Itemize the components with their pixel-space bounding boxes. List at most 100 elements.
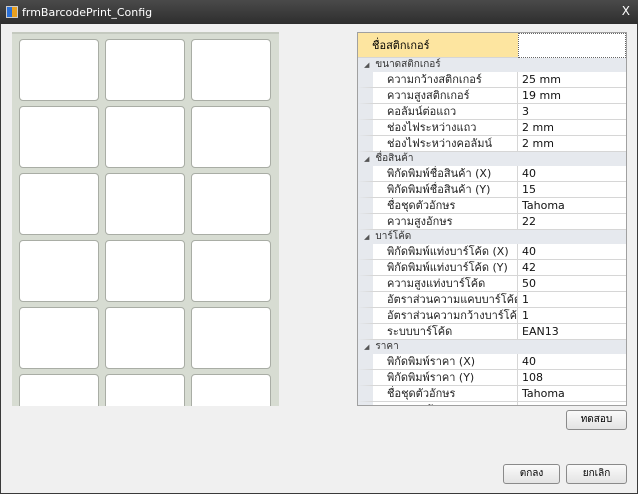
sticker-card — [19, 240, 99, 302]
property-label: ชื่อชุดตัวอักษร — [358, 198, 517, 214]
property-label: พิกัดพิมพ์ราคา (X) — [358, 354, 517, 370]
property-label: ช่องไฟระหว่างคอลัมน์ — [358, 136, 517, 152]
sticker-name-label: ชื่อสติกเกอร์ — [358, 33, 518, 58]
property-value[interactable]: 42 — [517, 260, 626, 276]
close-button[interactable]: X — [622, 4, 630, 18]
category-header[interactable]: ◢ ชื่อสินค้า — [358, 152, 626, 166]
property-value[interactable]: 2 mm — [517, 136, 626, 152]
sticker-card — [19, 307, 99, 369]
property-value[interactable]: 40 — [517, 244, 626, 260]
property-row[interactable]: ชื่อชุดตัวอักษรTahoma — [358, 198, 626, 214]
sticker-name-row[interactable]: ชื่อสติกเกอร์ — [358, 33, 626, 58]
property-row[interactable]: พิกัดพิมพ์ราคา (Y)108 — [358, 370, 626, 386]
property-value[interactable]: Tahoma — [517, 386, 626, 402]
sticker-card — [191, 106, 271, 168]
sticker-card — [105, 106, 185, 168]
sticker-card — [105, 240, 185, 302]
label-preview-panel[interactable] — [12, 32, 279, 406]
property-label: ช่องไฟระหว่างแถว — [358, 120, 517, 136]
property-row[interactable]: ความสูงอักษร22 — [358, 214, 626, 230]
property-row[interactable]: อัตราส่วนความกว้างบาร์โค้ด1 — [358, 308, 626, 324]
property-row[interactable]: ระบบบาร์โค้ดEAN13 — [358, 324, 626, 340]
collapse-triangle-icon[interactable]: ◢ — [364, 343, 369, 351]
property-row[interactable]: ความสูงอักษร28 — [358, 402, 626, 406]
category-label: ขนาดสติกเกอร์ — [375, 59, 440, 70]
sticker-card — [105, 173, 185, 235]
test-button[interactable]: ทดสอบ — [566, 410, 627, 430]
sticker-card — [105, 307, 185, 369]
property-value[interactable]: 40 — [517, 354, 626, 370]
property-label: ความสูงอักษร — [358, 214, 517, 230]
property-label: ความสูงอักษร — [358, 402, 517, 406]
form-client: ชื่อสติกเกอร์ ◢ ขนาดสติกเกอร์ความกว้างสติ… — [1, 24, 637, 493]
property-row[interactable]: พิกัดพิมพ์ชื่อสินค้า (X)40 — [358, 166, 626, 182]
property-value[interactable]: 28 — [517, 402, 626, 406]
property-row[interactable]: พิกัดพิมพ์แท่งบาร์โค้ด (X)40 — [358, 244, 626, 260]
property-row[interactable]: ชื่อชุดตัวอักษรTahoma — [358, 386, 626, 402]
sticker-card — [19, 374, 99, 406]
property-row[interactable]: คอลัมน์ต่อแถว3 — [358, 104, 626, 120]
property-grid[interactable]: ชื่อสติกเกอร์ ◢ ขนาดสติกเกอร์ความกว้างสติ… — [357, 32, 627, 406]
property-label: อัตราส่วนความกว้างบาร์โค้ด — [358, 308, 517, 324]
property-value[interactable]: 50 — [517, 276, 626, 292]
property-label: ความกว้างสติกเกอร์ — [358, 72, 517, 88]
property-row[interactable]: ความสูงสติกเกอร์19 mm — [358, 88, 626, 104]
property-row[interactable]: ช่องไฟระหว่างคอลัมน์2 mm — [358, 136, 626, 152]
property-label: คอลัมน์ต่อแถว — [358, 104, 517, 120]
cancel-button[interactable]: ยกเลิก — [566, 464, 627, 484]
property-row[interactable]: ความกว้างสติกเกอร์25 mm — [358, 72, 626, 88]
sticker-card — [191, 307, 271, 369]
property-value[interactable]: 1 — [517, 308, 626, 324]
property-label: ความสูงแท่งบาร์โค้ด — [358, 276, 517, 292]
property-label: พิกัดพิมพ์ชื่อสินค้า (X) — [358, 166, 517, 182]
sticker-card — [105, 374, 185, 406]
property-row[interactable]: ช่องไฟระหว่างแถว2 mm — [358, 120, 626, 136]
sticker-card — [19, 39, 99, 101]
sticker-card — [191, 173, 271, 235]
property-label: ชื่อชุดตัวอักษร — [358, 386, 517, 402]
property-row[interactable]: พิกัดพิมพ์แท่งบาร์โค้ด (Y)42 — [358, 260, 626, 276]
property-value[interactable]: 15 — [517, 182, 626, 198]
sticker-card — [191, 374, 271, 406]
sticker-card — [19, 173, 99, 235]
property-value[interactable]: 19 mm — [517, 88, 626, 104]
category-header[interactable]: ◢ บาร์โค้ด — [358, 230, 626, 244]
sticker-card — [191, 240, 271, 302]
property-row[interactable]: อัตราส่วนความแคบบาร์โค้ด1 — [358, 292, 626, 308]
property-label: ความสูงสติกเกอร์ — [358, 88, 517, 104]
category-label: ราคา — [375, 341, 398, 352]
sticker-card — [191, 39, 271, 101]
app-icon — [6, 6, 18, 18]
property-label: พิกัดพิมพ์แท่งบาร์โค้ด (Y) — [358, 260, 517, 276]
sticker-name-input[interactable] — [518, 33, 626, 58]
property-value[interactable]: 108 — [517, 370, 626, 386]
title-bar: frmBarcodePrint_Config X — [0, 0, 638, 24]
category-header[interactable]: ◢ ขนาดสติกเกอร์ — [358, 58, 626, 72]
property-label: อัตราส่วนความแคบบาร์โค้ด — [358, 292, 517, 308]
ok-button[interactable]: ตกลง — [503, 464, 560, 484]
property-label: พิกัดพิมพ์ราคา (Y) — [358, 370, 517, 386]
collapse-triangle-icon[interactable]: ◢ — [364, 233, 369, 241]
sticker-card — [105, 39, 185, 101]
property-label: พิกัดพิมพ์ชื่อสินค้า (Y) — [358, 182, 517, 198]
collapse-triangle-icon[interactable]: ◢ — [364, 61, 369, 69]
property-value[interactable]: 1 — [517, 292, 626, 308]
category-label: ชื่อสินค้า — [375, 153, 413, 164]
property-value[interactable]: 25 mm — [517, 72, 626, 88]
property-value[interactable]: 22 — [517, 214, 626, 230]
property-value[interactable]: EAN13 — [517, 324, 626, 340]
sticker-card — [19, 106, 99, 168]
property-row[interactable]: พิกัดพิมพ์ชื่อสินค้า (Y)15 — [358, 182, 626, 198]
property-value[interactable]: 40 — [517, 166, 626, 182]
category-label: บาร์โค้ด — [375, 231, 411, 242]
property-label: ระบบบาร์โค้ด — [358, 324, 517, 340]
collapse-triangle-icon[interactable]: ◢ — [364, 155, 369, 163]
property-row[interactable]: พิกัดพิมพ์ราคา (X)40 — [358, 354, 626, 370]
category-header[interactable]: ◢ ราคา — [358, 340, 626, 354]
window-title: frmBarcodePrint_Config — [22, 6, 152, 19]
property-value[interactable]: 2 mm — [517, 120, 626, 136]
property-row[interactable]: ความสูงแท่งบาร์โค้ด50 — [358, 276, 626, 292]
property-value[interactable]: 3 — [517, 104, 626, 120]
property-value[interactable]: Tahoma — [517, 198, 626, 214]
property-label: พิกัดพิมพ์แท่งบาร์โค้ด (X) — [358, 244, 517, 260]
